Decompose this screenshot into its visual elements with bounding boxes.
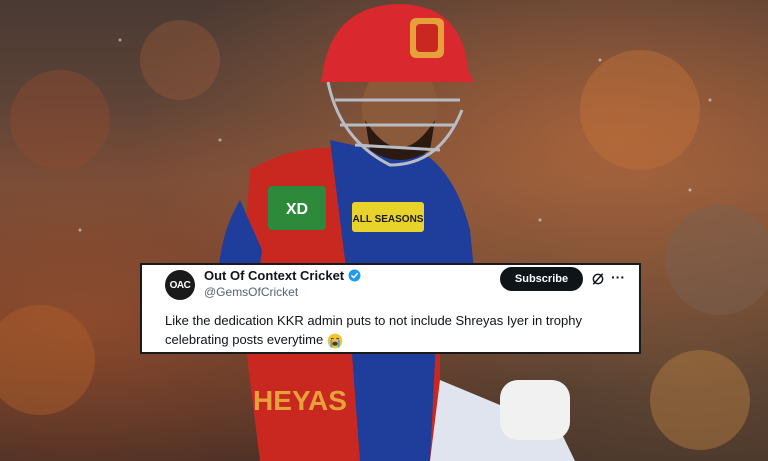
cricketer-illustration: XD ALL SEASONS HEYAS <box>0 4 768 461</box>
tweet-body: Like the dedication KKR admin puts to no… <box>165 313 582 347</box>
author-name-row: Out Of Context Cricket <box>204 268 361 283</box>
display-name[interactable]: Out Of Context Cricket <box>204 268 344 283</box>
svg-text:HEYAS: HEYAS <box>253 385 347 416</box>
user-handle[interactable]: @GemsOfCricket <box>204 285 298 299</box>
subscribe-button[interactable]: Subscribe <box>500 267 583 291</box>
grok-icon[interactable] <box>591 272 605 286</box>
background-photo: XD ALL SEASONS HEYAS <box>0 0 768 461</box>
avatar[interactable]: OAC <box>165 270 195 300</box>
svg-text:XD: XD <box>286 201 308 218</box>
tweet-text: Like the dedication KKR admin puts to no… <box>165 311 625 349</box>
tweet-card[interactable]: OAC Out Of Context Cricket @GemsOfCricke… <box>140 263 641 354</box>
loudly-crying-face-icon <box>327 333 343 348</box>
helmet <box>320 4 474 82</box>
more-options-icon[interactable]: ··· <box>611 269 625 285</box>
verified-badge-icon <box>348 269 361 282</box>
svg-text:ALL SEASONS: ALL SEASONS <box>353 214 424 225</box>
